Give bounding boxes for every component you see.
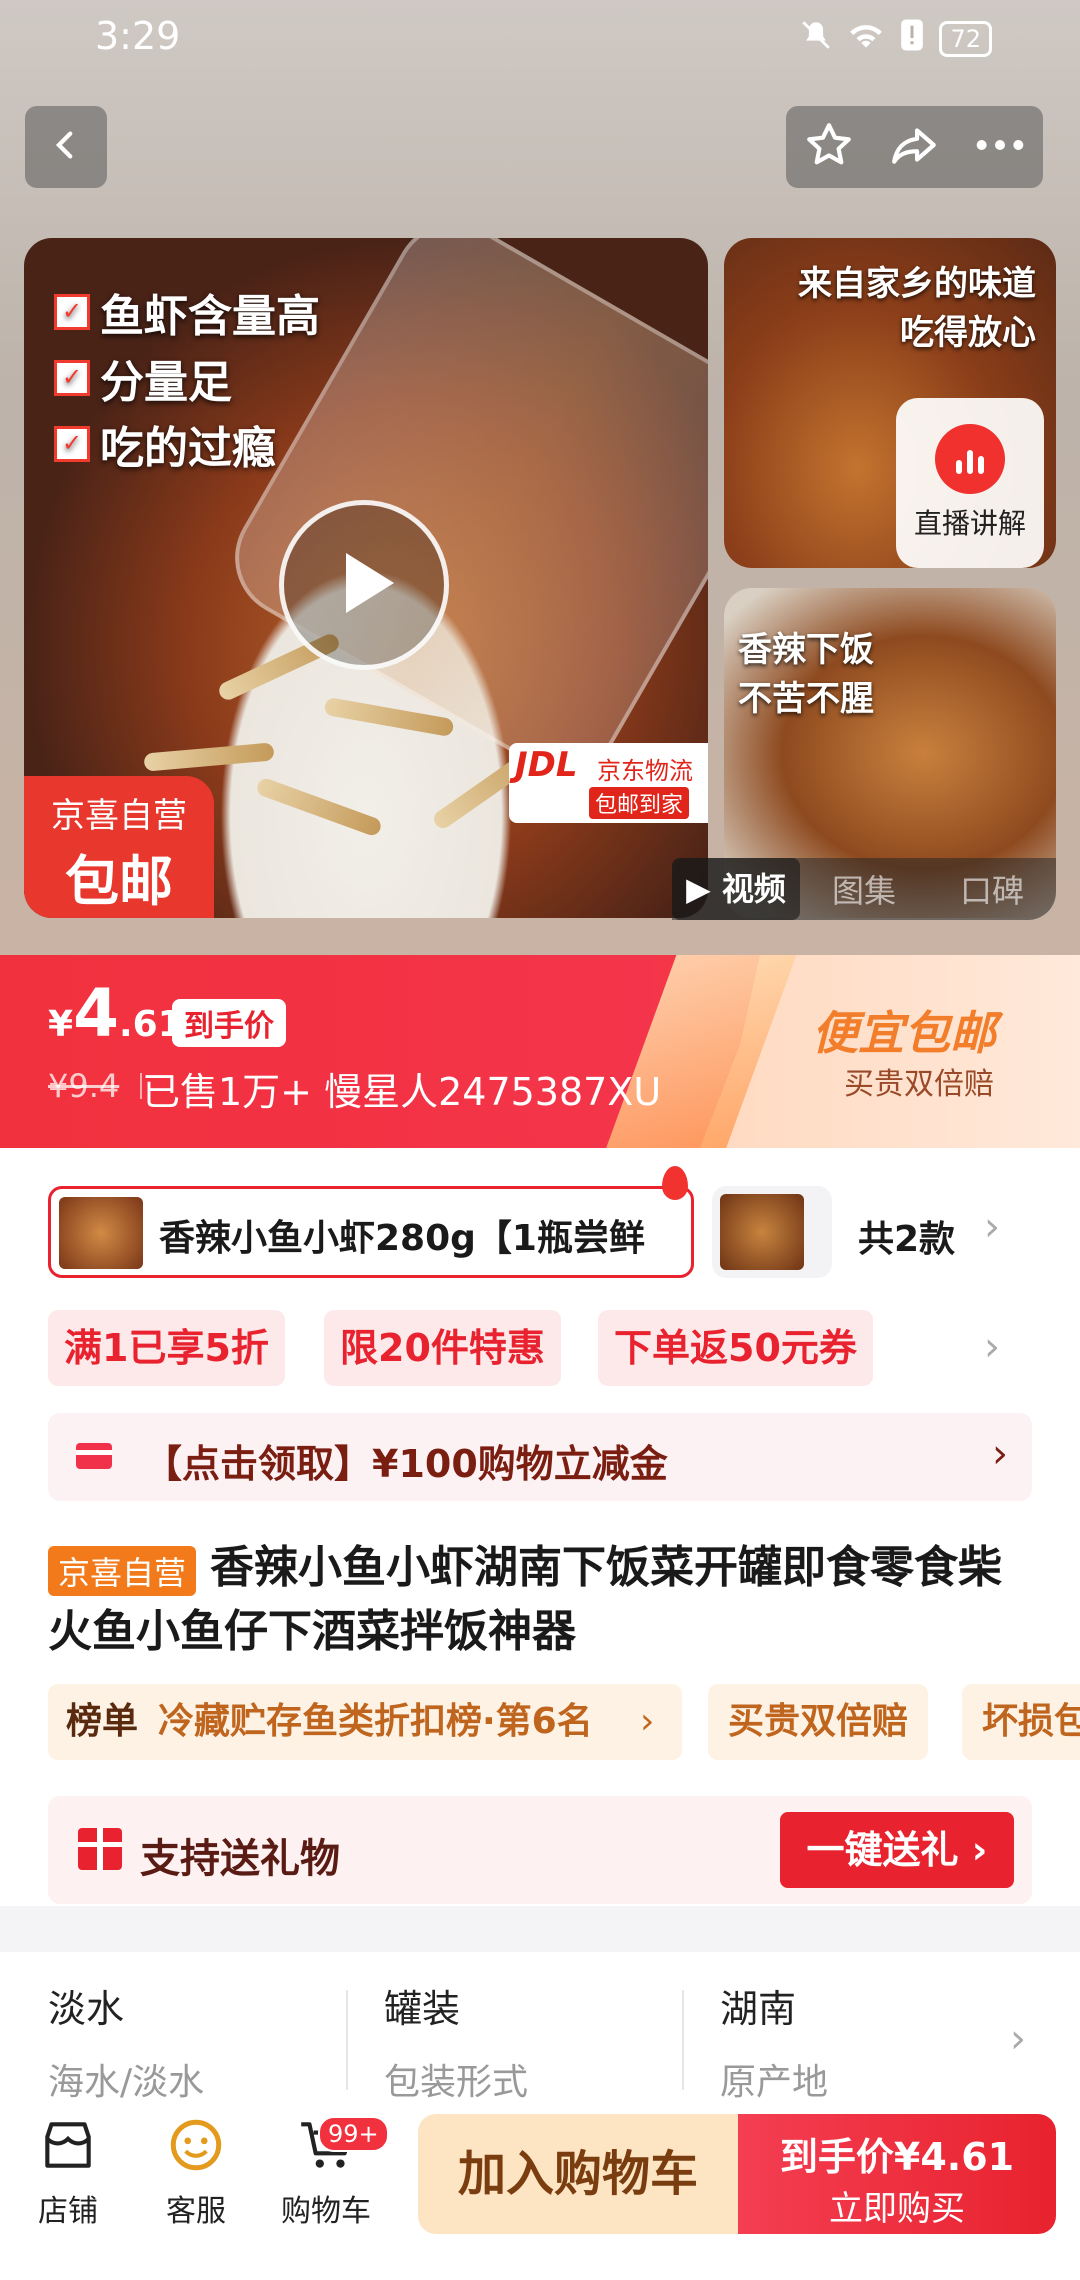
fish-graphic	[143, 742, 275, 772]
sku-option-selected[interactable]: 香辣小鱼小虾280g【1瓶尝鲜	[48, 1186, 694, 1278]
coupon-chip[interactable]: 下单返50元券	[598, 1310, 873, 1386]
fish-graphic	[254, 776, 384, 838]
media-tabs: ▶ 视频 图集 口碑	[672, 858, 1056, 920]
feature-line: ✓ 分量足	[54, 346, 232, 410]
attribute-item: 湖南 原产地	[720, 1987, 829, 2103]
chevron-right-icon: ›	[640, 1701, 655, 1742]
promo-title: 便宜包邮	[812, 1006, 996, 1060]
chevron-right-icon[interactable]: ›	[984, 1324, 1000, 1370]
wifi-icon	[847, 18, 885, 60]
favorite-button[interactable]	[786, 106, 872, 188]
play-icon: ▶	[686, 870, 722, 908]
guarantee-chip[interactable]: 买贵双倍赔	[708, 1684, 929, 1760]
feature-line: ✓ 鱼虾含量高	[54, 280, 320, 344]
customer-service-button[interactable]: 客服	[136, 2114, 256, 2230]
store-icon	[37, 2122, 99, 2180]
net-price-tag: 到手价	[172, 999, 286, 1047]
coupon-chip[interactable]: 限20件特惠	[324, 1310, 561, 1386]
gift-icon	[78, 1828, 122, 1870]
back-button[interactable]	[25, 106, 107, 188]
more-button[interactable]	[957, 106, 1043, 188]
check-icon: ✓	[54, 294, 90, 330]
attribute-item: 淡水 海水/淡水	[48, 1987, 205, 2103]
price-band: ¥4.61 到手价 ¥9.4 已售1万+ 慢星人2475387XU 便宜包邮 买…	[0, 955, 1080, 1148]
store-button[interactable]: 店铺	[8, 2114, 128, 2230]
buy-now-button[interactable]: 到手价¥4.61 立即购买	[738, 2114, 1056, 2234]
divider	[346, 1990, 348, 2090]
product-title: 香辣小鱼小虾湖南下饭菜开罐即食零食柴火鱼小鱼仔下酒菜拌饭神器	[48, 1542, 1002, 1657]
tab-gallery[interactable]: 图集	[800, 866, 928, 912]
service-icon	[165, 2119, 227, 2180]
sku-count[interactable]: 共2款	[858, 1210, 955, 1262]
promo-subtitle: 买贵双倍赔	[844, 1067, 994, 1102]
check-icon: ✓	[54, 360, 90, 396]
sku-name: 香辣小鱼小虾280g【1瓶尝鲜	[159, 1218, 645, 1259]
add-to-cart-button[interactable]: 加入购物车	[418, 2114, 738, 2234]
share-button[interactable]	[872, 106, 958, 188]
price-display: ¥4.61	[48, 975, 183, 1052]
star-icon	[804, 120, 854, 174]
subsidy-banner[interactable]: 【点击领取】¥100购物立减金 ›	[48, 1413, 1032, 1501]
guarantee-chip[interactable]: 坏损包	[962, 1684, 1080, 1760]
sales-info: 已售1万+ 慢星人2475387XU	[142, 1070, 662, 1114]
send-gift-button[interactable]: 一键送礼 ›	[780, 1812, 1014, 1888]
chevron-right-icon: ›	[992, 1431, 1008, 1477]
chevron-right-icon[interactable]: ›	[1010, 2016, 1026, 2062]
cart-icon	[295, 2122, 357, 2180]
jdl-logistics-badge: JDL 京东物流 包邮到家	[509, 743, 708, 823]
jingxi-free-shipping-badge: 京喜自营 包邮	[24, 776, 214, 918]
play-button[interactable]	[279, 500, 449, 670]
alert-icon	[899, 18, 925, 60]
ranking-chip[interactable]: 榜单 冷藏贮存鱼类折扣榜·第6名 ›	[48, 1684, 682, 1760]
card-icon	[76, 1443, 112, 1469]
top-actions	[786, 106, 1043, 188]
check-icon: ✓	[54, 426, 90, 462]
tab-video[interactable]: ▶ 视频	[672, 858, 800, 920]
sku-thumbnail	[59, 1197, 143, 1269]
self-operated-badge: 京喜自营	[48, 1546, 197, 1596]
flame-icon	[662, 1166, 688, 1200]
status-bar: 3:29 72	[0, 0, 1080, 75]
coupon-chip[interactable]: 满1已享5折	[48, 1310, 285, 1386]
status-time: 3:29	[95, 14, 181, 58]
product-gallery: 3:29 72 ✓ 鱼虾含量高 ✓ 分量足 ✓ 吃的过瘾 JDL 京东物流 包邮…	[0, 0, 1080, 955]
tab-reviews[interactable]: 口碑	[928, 866, 1056, 912]
cart-count-badge: 99+	[318, 2116, 389, 2152]
sku-thumbnail	[720, 1194, 804, 1270]
live-explain-button[interactable]: 直播讲解	[896, 398, 1044, 568]
main-product-video[interactable]: ✓ 鱼虾含量高 ✓ 分量足 ✓ 吃的过瘾 JDL 京东物流 包邮到家 京喜自营 包邮	[24, 238, 708, 918]
more-icon	[975, 135, 1025, 159]
live-icon	[935, 424, 1005, 494]
share-icon	[890, 120, 940, 174]
battery-indicator: 72	[939, 21, 992, 57]
mute-icon	[799, 18, 833, 60]
sku-option-2[interactable]	[712, 1186, 832, 1278]
original-price: ¥9.4	[48, 1067, 120, 1105]
jdl-logo: JDL	[515, 745, 578, 785]
chevron-left-icon	[49, 128, 83, 166]
attribute-item: 罐装 包装形式	[384, 1987, 529, 2103]
status-icons: 72	[799, 18, 992, 60]
chevron-right-icon[interactable]: ›	[984, 1204, 1000, 1250]
feature-line: ✓ 吃的过瘾	[54, 412, 276, 476]
divider	[682, 1990, 684, 2090]
